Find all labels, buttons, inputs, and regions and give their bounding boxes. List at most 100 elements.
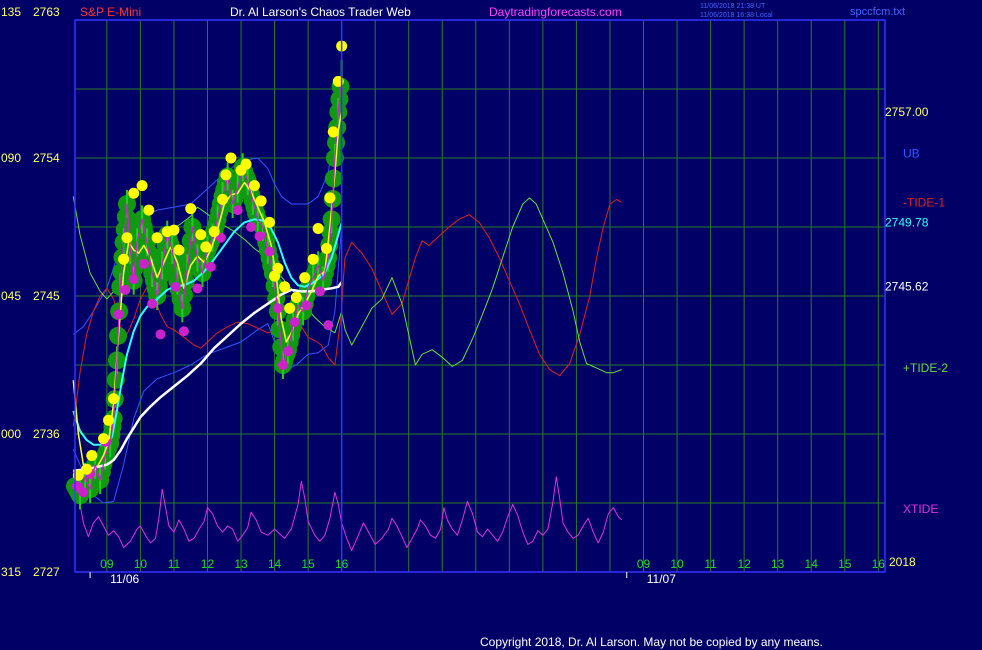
chart-heading: Dr. Al Larson's Chaos Trader Web [230, 5, 411, 19]
y-tick-price: 2763 [33, 5, 60, 19]
high-dot [128, 187, 140, 199]
high-dot [321, 242, 333, 254]
timestamp-utc: 11/06/2018 21:38 UT [700, 3, 766, 10]
chart: 135 2763 090 2754 045 2745 000 2736 315 2727 09 10… [1, 3, 948, 649]
high-dot [168, 224, 180, 236]
right-labels: 2757.00 UB -TIDE-1 2749.78 2745.62 +TIDE-2 XTI… [885, 105, 948, 516]
right-label-band: UB [903, 146, 920, 160]
x-hour-label: 10 [134, 557, 148, 571]
high-dot [324, 192, 336, 204]
high-dot [173, 244, 185, 256]
y-tick-code: 000 [1, 427, 21, 441]
high-dot [284, 302, 296, 314]
copyright-notice: Copyright 2018, Dr. Al Larson. May not b… [480, 635, 823, 649]
low-dot [282, 346, 293, 357]
x-hour-label: 09 [100, 557, 114, 571]
data-file-name: spccfcm.txt [850, 6, 905, 18]
y-axis-labels: 135 2763 090 2754 045 2745 000 2736 315 2727 [1, 5, 60, 579]
low-dot [113, 309, 124, 320]
high-dot [81, 463, 93, 475]
high-dot [136, 180, 148, 192]
high-dot [118, 253, 130, 265]
x-hour-label: 15 [838, 557, 852, 571]
site-link[interactable]: Daytradingforecasts.com [489, 5, 622, 19]
x-hour-label: 12 [737, 557, 751, 571]
high-dot [208, 226, 220, 238]
x-hour-label: 16 [872, 557, 886, 571]
low-dot [120, 284, 131, 295]
high-dot [185, 203, 197, 215]
high-dot [108, 393, 120, 405]
low-dot [264, 246, 275, 257]
low-dot [272, 303, 283, 314]
high-dot [264, 216, 276, 228]
x-hour-label: 14 [268, 557, 282, 571]
high-dot [98, 433, 110, 445]
low-dot [277, 360, 288, 370]
high-dot [86, 449, 98, 461]
low-dot [192, 283, 203, 294]
y-tick-price: 2727 [33, 565, 60, 579]
high-dot [312, 223, 324, 235]
high-dot [103, 414, 115, 426]
y-tick-price: 2745 [33, 289, 60, 303]
low-dot [155, 329, 166, 340]
y-tick-code: 090 [1, 151, 21, 165]
y-tick-price: 2736 [33, 427, 60, 441]
right-label-tide2: +TIDE-2 [903, 361, 948, 375]
right-label-mid-ma: 2749.78 [885, 216, 929, 230]
high-dot [299, 272, 311, 284]
right-label-xtide: XTIDE [903, 502, 938, 516]
low-dot [179, 326, 190, 337]
low-dot [128, 274, 139, 285]
high-dot [307, 253, 319, 265]
high-dot [195, 229, 207, 241]
x-hour-label: 10 [670, 557, 684, 571]
low-dot [138, 258, 149, 269]
y-tick-code: 315 [1, 565, 21, 579]
x-hour-label: 11 [168, 557, 181, 571]
high-dot [248, 180, 260, 192]
x-hour-label: 11 [704, 557, 717, 571]
x-hour-label: 15 [301, 557, 315, 571]
high-dot [121, 232, 133, 244]
high-dot [217, 193, 229, 205]
x-date-label: 11/06 [110, 572, 139, 586]
y-tick-code: 135 [1, 5, 21, 19]
low-dot [254, 231, 265, 242]
x-hour-label: 14 [805, 557, 819, 571]
y-tick-price: 2754 [33, 151, 60, 165]
right-label-tide1: -TIDE-1 [903, 195, 945, 209]
low-dot [147, 298, 158, 309]
x-date-label: 11/07 [647, 572, 676, 586]
high-dot [151, 232, 163, 244]
low-dot [232, 205, 243, 216]
low-dot [301, 300, 312, 311]
right-label-fast-ma: 2757.00 [885, 105, 929, 119]
x-hour-label: 12 [201, 557, 215, 571]
x-hour-label: 13 [234, 557, 248, 571]
high-dot [220, 169, 232, 181]
low-dot [289, 317, 300, 328]
low-dot [78, 487, 89, 498]
x-hour-label: 13 [771, 557, 785, 571]
x-hour-label: 16 [335, 557, 349, 571]
x-hour-label: 09 [637, 557, 651, 571]
high-dot [255, 195, 267, 207]
high-dot [272, 262, 284, 274]
symbol-label: S&P E-Mini [80, 5, 141, 19]
high-dot [279, 281, 291, 293]
high-dot [200, 241, 212, 253]
year-label: 2018 [889, 555, 916, 569]
high-dot [225, 152, 237, 164]
high-dot [290, 292, 302, 304]
low-dot [314, 286, 325, 297]
timestamp-local: 11/06/2018 16:38 Local [700, 12, 773, 19]
right-label-slow-ma: 2745.62 [885, 279, 929, 293]
high-dot [143, 204, 155, 216]
low-dot [246, 222, 257, 232]
high-dot [327, 126, 339, 138]
y-tick-code: 045 [1, 289, 21, 303]
low-dot [323, 320, 334, 331]
low-dot [170, 281, 181, 292]
